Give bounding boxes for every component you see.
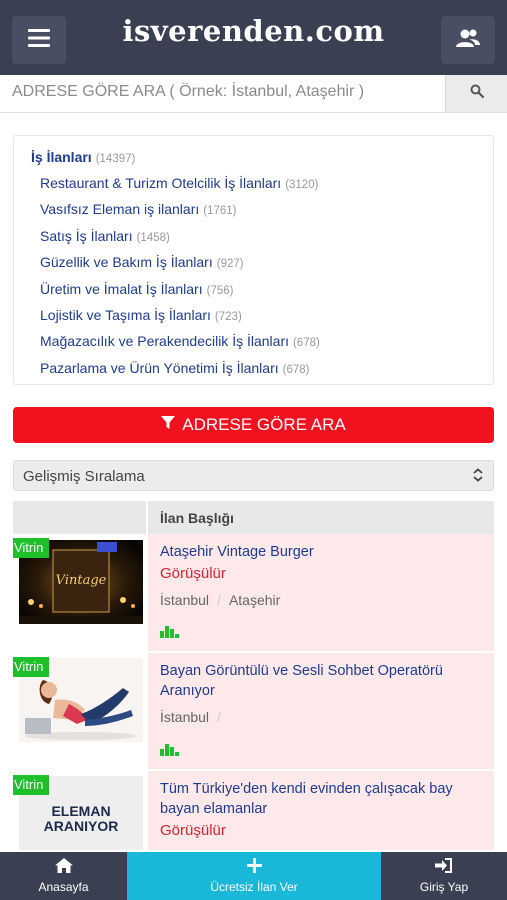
- listing-row[interactable]: Vitrin Bayan Görüntülü ve Sesli Sohbet O…: [13, 653, 494, 771]
- category-count: (1458): [136, 231, 170, 244]
- address-search-button-label: ADRESE GÖRE ARA: [182, 415, 346, 434]
- sort-select[interactable]: Gelişmiş Sıralama: [13, 460, 494, 491]
- home-icon: [54, 858, 73, 876]
- nav-login-label: Giriş Yap: [419, 880, 469, 894]
- category-count: (723): [214, 310, 242, 323]
- category-item[interactable]: Restaurant & Turizm Otelcilik İş İlanlar…: [40, 175, 320, 201]
- listing-city: İstanbul: [160, 709, 210, 725]
- account-button[interactable]: [441, 16, 495, 64]
- listing-salary: Görüşülür: [160, 822, 226, 839]
- sort-selected-value: Gelişmiş Sıralama: [23, 468, 145, 485]
- listing-row[interactable]: Vintage Vitrin Ataşehir Vintage Burger G…: [13, 534, 494, 653]
- category-root-link[interactable]: İş İlanları (14397): [31, 149, 135, 165]
- category-label: Lojistik ve Taşıma İş İlanları: [40, 306, 211, 323]
- nav-post-label: Ücretsiz İlan Ver: [210, 880, 298, 894]
- category-item[interactable]: Güzellik ve Bakım İş İlanları (927): [40, 254, 320, 280]
- nav-login[interactable]: Giriş Yap: [381, 852, 507, 900]
- vitrin-badge: Vitrin: [13, 657, 50, 677]
- thumbnail-text: ARANIYOR: [43, 818, 119, 834]
- category-count: (678): [282, 363, 310, 376]
- category-count: (678): [293, 337, 320, 350]
- users-icon: [455, 28, 481, 53]
- location-separator: /: [217, 709, 221, 725]
- plus-icon: [246, 858, 262, 876]
- category-count: (3120): [285, 179, 319, 191]
- nav-post-free-ad[interactable]: Ücretsiz İlan Ver: [127, 852, 381, 900]
- bar-chart-icon: [160, 625, 180, 643]
- filter-icon: [161, 415, 176, 435]
- listing-table-header: İlan Başlığı: [13, 501, 494, 534]
- category-label: Güzellik ve Bakım İş İlanları: [40, 254, 213, 271]
- vitrin-badge: Vitrin: [13, 538, 50, 558]
- listing-location: İstanbul / Ataşehir: [160, 592, 280, 608]
- menu-button[interactable]: [12, 16, 66, 64]
- listing-city: İstanbul: [160, 592, 210, 608]
- site-logo[interactable]: isverenden.com: [90, 14, 417, 48]
- category-item[interactable]: Mağazacılık ve Perakendecilik İş İlanlar…: [40, 333, 320, 359]
- category-label: Üretim ve İmalat İş İlanları: [40, 280, 203, 297]
- category-item[interactable]: Lojistik ve Taşıma İş İlanları (723): [40, 307, 320, 333]
- listing-row[interactable]: ELEMAN ARANIYOR Vitrin Tüm Türkiye'den k…: [13, 771, 494, 852]
- listing-title[interactable]: Bayan Görüntülü ve Sesli Sohbet Operatör…: [160, 661, 490, 701]
- category-item[interactable]: Üretim ve İmalat İş İlanları (756): [40, 281, 320, 307]
- category-count: (756): [206, 284, 234, 297]
- listing-thumbnail-cell: ELEMAN ARANIYOR Vitrin: [13, 771, 148, 850]
- app-header: isverenden.com: [0, 0, 507, 75]
- category-panel: İş İlanları (14397) Restaurant & Turizm O…: [13, 135, 494, 385]
- listing-title[interactable]: Tüm Türkiye'den kendi evinden çalışacak …: [160, 779, 490, 819]
- listing-district: Ataşehir: [228, 592, 281, 608]
- search-button[interactable]: [445, 75, 507, 112]
- category-label: Vasıfsız Eleman iş ilanları: [40, 201, 200, 218]
- category-root-label: İş İlanları: [31, 149, 92, 165]
- bar-chart-icon: [160, 743, 180, 761]
- category-count: (1761): [203, 205, 237, 218]
- category-label: Restaurant & Turizm Otelcilik İş İlanlar…: [40, 175, 282, 191]
- hamburger-menu-icon: [28, 28, 50, 52]
- category-label: Pazarlama ve Ürün Yönetimi İş İlanları: [40, 359, 279, 376]
- image-column-header: [13, 501, 148, 534]
- bottom-navigation: Anasayfa Ücretsiz İlan Ver Giriş Yap: [0, 852, 507, 900]
- location-separator: /: [217, 592, 221, 608]
- listing-title[interactable]: Ataşehir Vintage Burger: [160, 542, 490, 562]
- category-label: Satış İş İlanları: [40, 227, 133, 244]
- address-search-input[interactable]: ADRESE GÖRE ARA ( Örnek: İstanbul, Ataşe…: [12, 83, 432, 101]
- svg-text:Vintage: Vintage: [56, 573, 107, 588]
- vitrin-badge: Vitrin: [13, 775, 50, 795]
- address-search-button[interactable]: ADRESE GÖRE ARA: [13, 407, 494, 443]
- category-item[interactable]: Satış İş İlanları (1458): [40, 228, 320, 254]
- sign-in-icon: [435, 858, 453, 876]
- thumbnail-text: ELEMAN: [51, 803, 111, 819]
- category-item[interactable]: Vasıfsız Eleman iş ilanları (1761): [40, 201, 320, 227]
- title-column-header: İlan Başlığı: [160, 510, 234, 526]
- listing-location: İstanbul /: [160, 709, 229, 725]
- category-count: (927): [216, 258, 244, 271]
- search-icon: [470, 84, 484, 103]
- listing-thumbnail-cell: Vitrin: [13, 653, 148, 769]
- category-label: Mağazacılık ve Perakendecilik İş İlanlar…: [40, 333, 289, 350]
- up-down-chevron-icon: [472, 468, 484, 487]
- nav-home-label: Anasayfa: [38, 880, 89, 894]
- listing-salary: Görüşülür: [160, 565, 226, 582]
- category-list: Restaurant & Turizm Otelcilik İş İlanlar…: [40, 175, 320, 386]
- category-root-count: (14397): [95, 153, 136, 165]
- category-item[interactable]: Pazarlama ve Ürün Yönetimi İş İlanları (6…: [40, 360, 320, 386]
- nav-home[interactable]: Anasayfa: [0, 852, 127, 900]
- address-search-bar: ADRESE GÖRE ARA ( Örnek: İstanbul, Ataşe…: [0, 75, 507, 113]
- listing-thumbnail-cell: Vintage Vitrin: [13, 534, 148, 651]
